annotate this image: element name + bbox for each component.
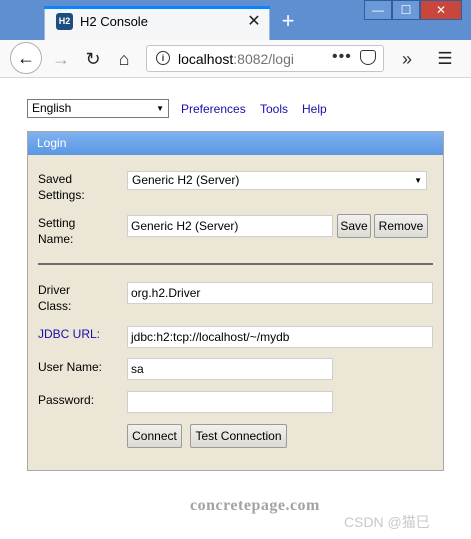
password-input[interactable] bbox=[127, 391, 333, 413]
url-path: :8082/logi bbox=[233, 51, 294, 67]
password-label: Password: bbox=[38, 393, 95, 407]
overflow-chevron-icon[interactable]: » bbox=[396, 44, 418, 74]
h2-favicon-icon: H2 bbox=[56, 13, 73, 30]
close-window-button[interactable]: ✕ bbox=[420, 0, 462, 20]
back-arrow-icon[interactable]: ← bbox=[10, 42, 42, 74]
driver-class-input[interactable]: org.h2.Driver bbox=[127, 282, 433, 304]
csdn-watermark: CSDN @猫巳 bbox=[344, 514, 430, 530]
active-tab-indicator bbox=[44, 6, 270, 9]
forward-arrow-icon[interactable]: → bbox=[46, 44, 76, 74]
url-host: localhost bbox=[178, 51, 234, 67]
tab-close-icon[interactable]: ✕ bbox=[244, 10, 264, 34]
preferences-link[interactable]: Preferences bbox=[181, 102, 246, 116]
setting-name-label-line1: Setting bbox=[38, 216, 76, 230]
connect-button[interactable]: Connect bbox=[127, 424, 182, 448]
dropdown-arrow-icon: ▼ bbox=[156, 104, 164, 113]
page-actions-icon[interactable]: ••• bbox=[332, 48, 352, 66]
language-select[interactable]: English ▼ bbox=[27, 99, 169, 118]
driver-class-label-line2: Class: bbox=[38, 299, 72, 313]
divider bbox=[38, 263, 433, 265]
help-link[interactable]: Help bbox=[302, 102, 327, 116]
setting-name-input[interactable]: Generic H2 (Server) bbox=[127, 215, 333, 237]
dropdown-arrow-icon: ▼ bbox=[414, 176, 422, 185]
site-info-icon[interactable]: i bbox=[156, 51, 170, 65]
minimize-button[interactable]: — bbox=[364, 0, 392, 20]
user-name-input[interactable]: sa bbox=[127, 358, 333, 380]
test-connection-button[interactable]: Test Connection bbox=[190, 424, 287, 448]
saved-settings-label: Saved Settings: bbox=[38, 171, 85, 203]
user-name-label: User Name: bbox=[38, 360, 103, 374]
setting-name-label-line2: Name: bbox=[38, 232, 74, 246]
home-icon[interactable]: ⌂ bbox=[109, 44, 139, 74]
save-button[interactable]: Save bbox=[337, 214, 371, 238]
saved-settings-label-line1: Saved bbox=[38, 172, 73, 186]
jdbc-url-label[interactable]: JDBC URL: bbox=[38, 326, 100, 342]
hamburger-menu-icon[interactable]: ☰ bbox=[434, 44, 456, 74]
reload-icon[interactable]: ↻ bbox=[78, 44, 108, 74]
tab-title: H2 Console bbox=[80, 14, 148, 29]
driver-class-label: Driver Class: bbox=[38, 282, 71, 314]
site-watermark: concretepage.com bbox=[190, 497, 320, 514]
driver-class-label-line1: Driver bbox=[38, 283, 70, 297]
language-value: English bbox=[32, 101, 72, 115]
jdbc-url-input[interactable]: jdbc:h2:tcp://localhost/~/mydb bbox=[127, 326, 433, 348]
url-text[interactable]: localhost:8082/logi bbox=[178, 51, 296, 69]
tools-link[interactable]: Tools bbox=[260, 102, 288, 116]
login-panel-header: Login bbox=[28, 132, 443, 155]
setting-name-label: Setting Name: bbox=[38, 215, 75, 247]
remove-button[interactable]: Remove bbox=[374, 214, 428, 238]
saved-settings-select[interactable]: Generic H2 (Server) ▼ bbox=[127, 171, 427, 190]
saved-settings-label-line2: Settings: bbox=[38, 188, 85, 202]
new-tab-icon[interactable]: + bbox=[276, 8, 300, 34]
maximize-button[interactable]: ☐ bbox=[392, 0, 420, 20]
browser-tab[interactable] bbox=[44, 6, 270, 40]
saved-settings-value: Generic H2 (Server) bbox=[132, 173, 240, 187]
